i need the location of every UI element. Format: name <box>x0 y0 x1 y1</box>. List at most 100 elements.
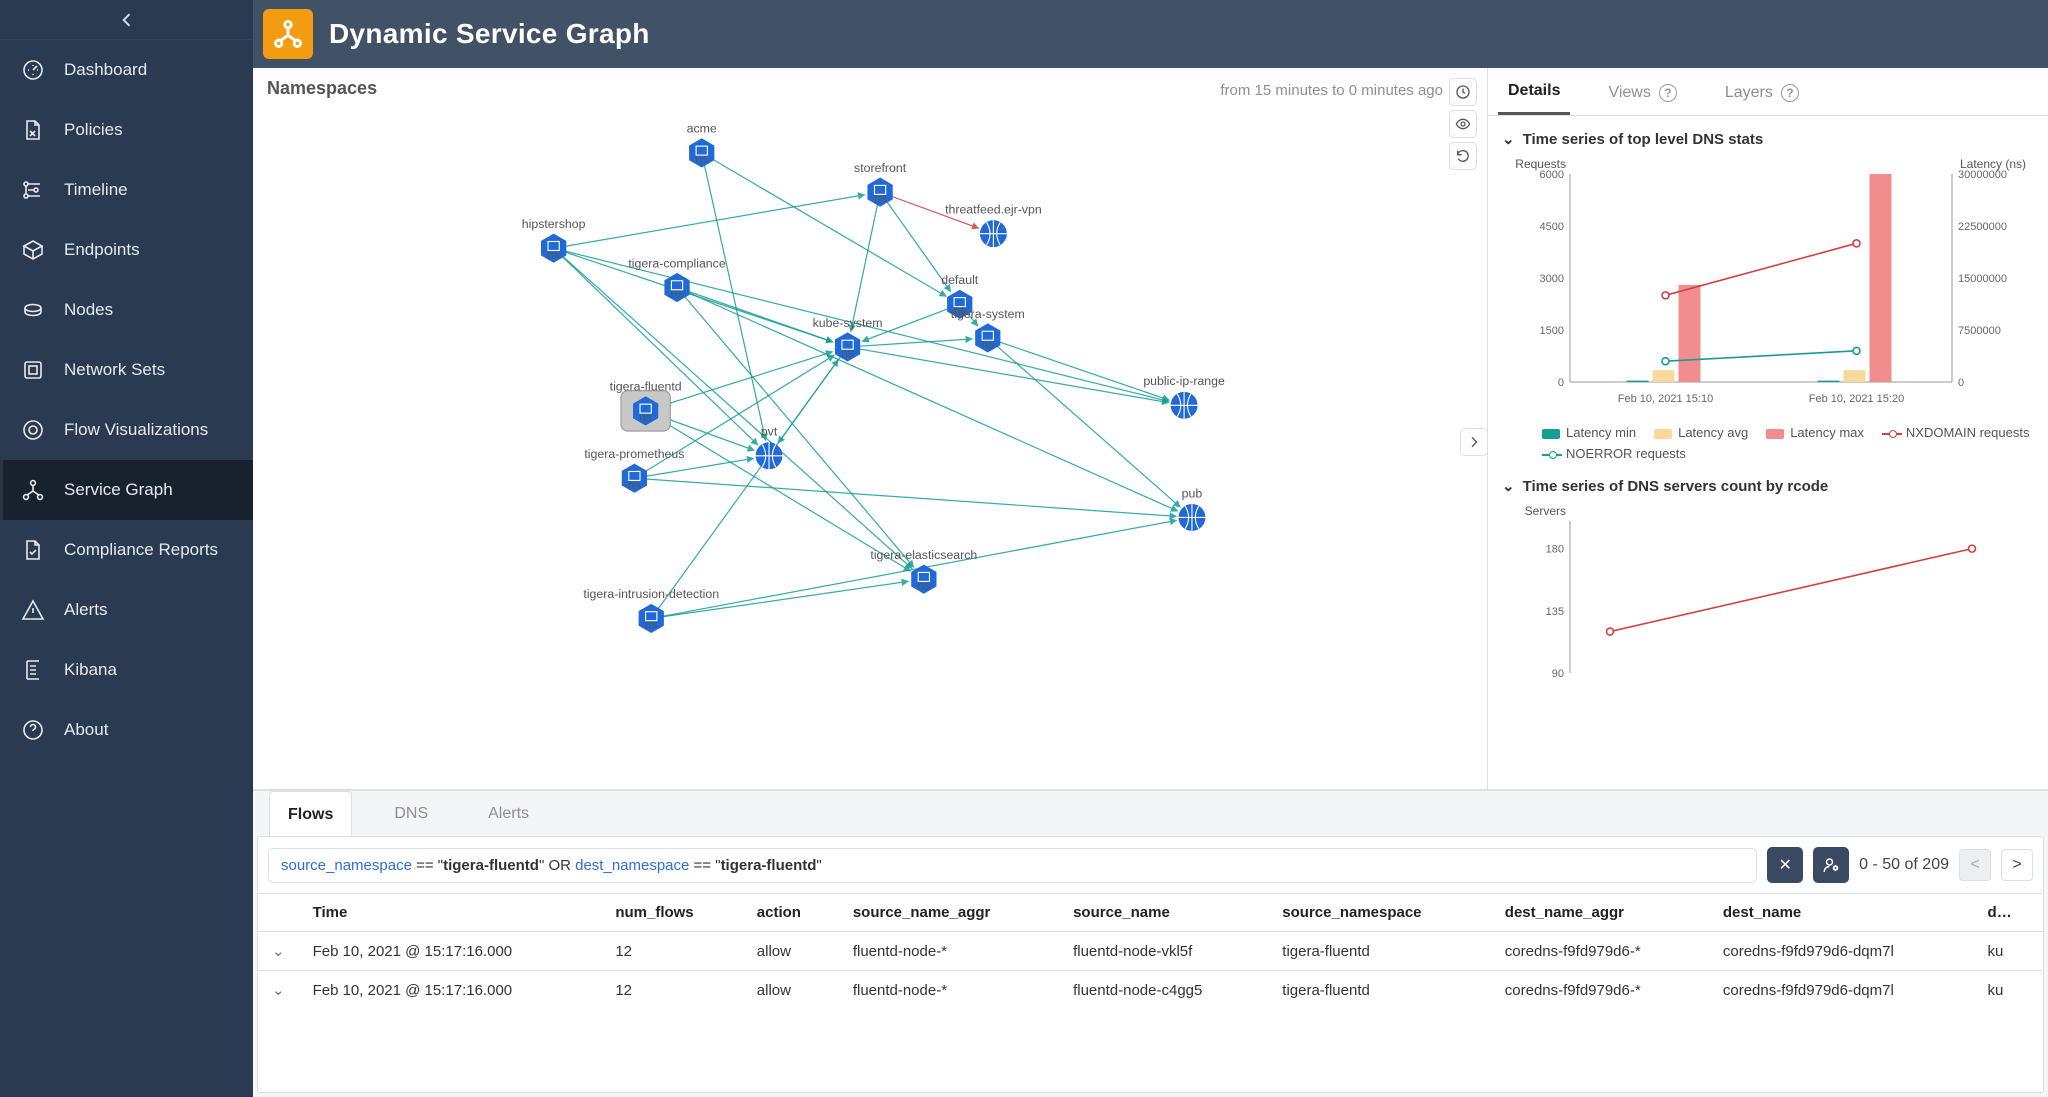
pager-next-button[interactable]: > <box>2001 849 2033 881</box>
graph-edge[interactable] <box>880 192 951 291</box>
graph-node-tigera-compliance[interactable]: nstigera-compliance <box>628 256 725 302</box>
page-title: Dynamic Service Graph <box>329 18 650 50</box>
user-filter-button[interactable] <box>1813 847 1849 883</box>
graph-node-threatfeed[interactable]: threatfeed.ejr-vpn <box>945 202 1042 247</box>
table-row[interactable]: ⌄Feb 10, 2021 @ 15:17:16.00012allowfluen… <box>258 932 2043 971</box>
row-expand-button[interactable]: ⌄ <box>258 971 299 1010</box>
section-dns-stats-label: Time series of top level DNS stats <box>1523 131 1764 148</box>
endpoints-icon <box>20 237 46 263</box>
graph-node-tigera-fluentd[interactable]: nstigera-fluentd <box>610 380 682 431</box>
sidebar: DashboardPolicies Timeline Endpoints Nodes N… <box>0 0 253 1097</box>
graph-node-tigera-prometheus[interactable]: nstigera-prometheus <box>584 447 684 493</box>
details-tab-details[interactable]: Details <box>1498 68 1570 115</box>
graph-edge[interactable] <box>634 458 753 478</box>
bar <box>1653 370 1675 382</box>
sidebar-collapse-button[interactable] <box>0 0 253 40</box>
graph-edge[interactable] <box>851 192 880 331</box>
filter-field-2: dest_namespace <box>575 857 689 874</box>
row-expand-button[interactable]: ⌄ <box>258 932 299 971</box>
cell-d: ku <box>1974 971 2043 1010</box>
column-header[interactable]: source_namespace <box>1268 894 1491 932</box>
svg-text:Servers: Servers <box>1525 504 1566 518</box>
svg-text:storefront: storefront <box>854 161 907 175</box>
section-dns-stats[interactable]: ⌄ Time series of top level DNS stats <box>1502 130 2034 148</box>
sidebar-item-timeline[interactable]: Timeline <box>0 160 253 220</box>
sidebar-item-about[interactable]: About <box>0 700 253 760</box>
cell-source_namespace: tigera-fluentd <box>1268 971 1491 1010</box>
help-icon: ? <box>1659 84 1677 102</box>
graph-edge[interactable] <box>651 520 1176 618</box>
namespace-graph[interactable]: nsacmensstorefrontthreatfeed.ejr-vpnnshi… <box>253 108 1487 848</box>
sidebar-item-network-sets[interactable]: Network Sets <box>0 340 253 400</box>
graph-node-pvt[interactable]: pvt <box>756 425 783 470</box>
graph-node-acme[interactable]: nsacme <box>687 122 717 168</box>
pager-status: 0 - 50 of 209 <box>1859 856 1949 874</box>
time-range-button[interactable] <box>1449 78 1477 106</box>
details-tab-layers[interactable]: Layers ? <box>1715 68 1809 115</box>
sidebar-item-alerts[interactable]: Alerts <box>0 580 253 640</box>
column-header[interactable]: dest_name_aggr <box>1491 894 1709 932</box>
column-header[interactable]: d… <box>1974 894 2043 932</box>
svg-text:ns: ns <box>671 287 684 301</box>
sidebar-item-policies[interactable]: Policies <box>0 100 253 160</box>
sidebar-item-label: Network Sets <box>64 360 165 380</box>
column-header[interactable]: source_name_aggr <box>839 894 1059 932</box>
service-graph-icon <box>20 477 46 503</box>
sidebar-item-flow-viz[interactable]: Flow Visualizations <box>0 400 253 460</box>
flows-filter-input[interactable]: source_namespace == "tigera-fluentd" OR … <box>268 848 1757 883</box>
pager-prev-button[interactable]: < <box>1959 849 1991 881</box>
kibana-icon <box>20 657 46 683</box>
sidebar-item-kibana[interactable]: Kibana <box>0 640 253 700</box>
graph-edge[interactable] <box>634 478 1176 516</box>
svg-text:Feb 10, 2021 15:10: Feb 10, 2021 15:10 <box>1618 393 1713 405</box>
svg-text:6000: 6000 <box>1540 169 1564 181</box>
graph-edge[interactable] <box>988 338 1169 400</box>
flow-viz-icon <box>20 417 46 443</box>
graph-node-pub[interactable]: pub <box>1178 486 1205 531</box>
svg-text:ns: ns <box>645 618 658 632</box>
bar <box>1627 381 1649 382</box>
sidebar-item-label: Timeline <box>64 180 128 200</box>
graph-edge[interactable] <box>988 338 1180 507</box>
time-range-label: from 15 minutes to 0 minutes ago <box>1220 78 1477 99</box>
cell-num_flows: 12 <box>601 932 742 971</box>
sidebar-item-label: About <box>64 720 108 740</box>
sidebar-item-compliance[interactable]: Compliance Reports <box>0 520 253 580</box>
svg-text:tigera-intrusion-detection: tigera-intrusion-detection <box>583 587 719 601</box>
graph-node-tigera-system[interactable]: nstigera-system <box>951 307 1025 353</box>
graph-edge[interactable] <box>702 153 766 441</box>
clear-filter-button[interactable]: ✕ <box>1767 847 1803 883</box>
graph-section-label: Namespaces <box>267 78 377 99</box>
dashboard-icon <box>20 57 46 83</box>
sidebar-item-dashboard[interactable]: Dashboard <box>0 40 253 100</box>
details-tabs: Details Views ? Layers ? <box>1488 68 2048 116</box>
sidebar-item-nodes[interactable]: Nodes <box>0 280 253 340</box>
svg-text:0: 0 <box>1958 377 1964 389</box>
table-row[interactable]: ⌄Feb 10, 2021 @ 15:17:16.00012allowfluen… <box>258 971 2043 1010</box>
sidebar-item-label: Service Graph <box>64 480 173 500</box>
svg-text:kube-system: kube-system <box>813 316 883 330</box>
svg-text:ns: ns <box>874 191 887 205</box>
graph-node-tigera-elasticsearch[interactable]: nstigera-elasticsearch <box>870 548 977 594</box>
column-header[interactable]: dest_name <box>1709 894 1974 932</box>
sidebar-item-service-graph[interactable]: Service Graph <box>0 460 253 520</box>
about-icon <box>20 717 46 743</box>
graph-edge[interactable] <box>651 360 838 619</box>
sidebar-item-label: Endpoints <box>64 240 140 260</box>
graph-pane[interactable]: Namespaces from 15 minutes to 0 minutes … <box>253 68 1488 789</box>
graph-node-storefront[interactable]: ns storefront <box>854 161 907 207</box>
svg-text:90: 90 <box>1552 668 1564 680</box>
graph-edge[interactable] <box>677 287 1178 511</box>
column-header[interactable]: source_name <box>1059 894 1268 932</box>
graph-node-public-ip-range[interactable]: public-ip-range <box>1143 374 1225 419</box>
svg-text:30000000: 30000000 <box>1958 169 2007 181</box>
sidebar-item-endpoints[interactable]: Endpoints <box>0 220 253 280</box>
details-tab-views[interactable]: Views ? <box>1598 68 1686 115</box>
column-header[interactable]: action <box>743 894 839 932</box>
svg-text:pub: pub <box>1182 486 1203 500</box>
graph-edge[interactable] <box>702 153 946 296</box>
column-header[interactable]: Time <box>299 894 602 932</box>
section-dns-servers[interactable]: ⌄ Time series of DNS servers count by rc… <box>1502 477 2034 495</box>
page-titlebar: Dynamic Service Graph <box>253 0 2048 68</box>
column-header[interactable]: num_flows <box>601 894 742 932</box>
